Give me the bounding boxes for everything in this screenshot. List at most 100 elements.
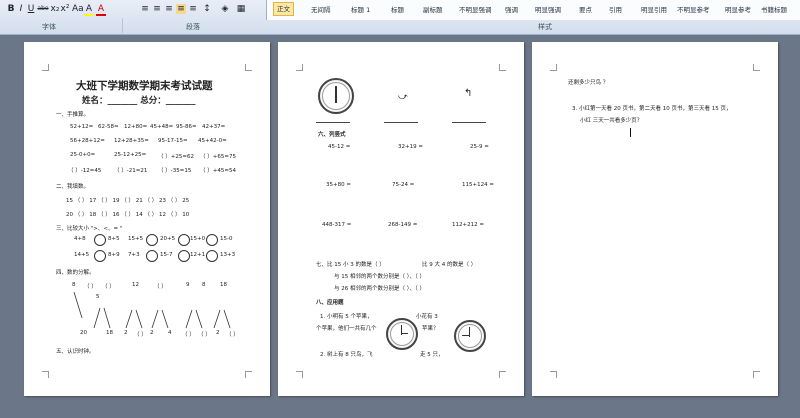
justify-icon[interactable]: ≡	[176, 4, 186, 14]
equation: 32+19 =	[398, 144, 423, 150]
change-case-button[interactable]: Aa	[72, 4, 84, 14]
compare-item: 20+5	[160, 236, 176, 242]
compare-item: 8+9	[108, 252, 120, 258]
decomp-number: 2	[216, 330, 220, 336]
section-heading: 一、手推算。	[56, 112, 90, 118]
ribbon: B I U abe x₂ x² Aa A A ≡ ≡ ≡ ≡ ≡ ↕ ◈ ▦ 字…	[0, 0, 800, 35]
compare-item: 8+5	[108, 236, 120, 242]
compare-item: 12+1	[190, 252, 206, 258]
clock-hands-icon: ⤻	[398, 92, 408, 102]
clock-icon	[454, 320, 486, 352]
borders-icon[interactable]: ▦	[236, 4, 246, 14]
decomp-number: （ ）	[198, 332, 211, 338]
equation: 52+12=	[70, 124, 94, 130]
decomp-number: （ ）	[134, 332, 147, 338]
decomp-number: 4	[168, 330, 172, 336]
equation: 62-58=	[98, 124, 119, 130]
font-group-label: 字体	[42, 23, 56, 31]
clock-icon	[386, 318, 418, 350]
align-center-icon[interactable]: ≡	[152, 4, 162, 14]
distributed-icon[interactable]: ≡	[188, 4, 198, 14]
compare-item: 14+5	[74, 252, 90, 258]
question-text: 走 5 只，	[420, 352, 444, 358]
compare-item: 15-0	[220, 236, 233, 242]
align-left-icon[interactable]: ≡	[140, 4, 150, 14]
compare-circle[interactable]	[178, 234, 190, 246]
question-text: 3. 小红第一天看 20 页书，第二天看 10 页书，第三天看 15 页，	[572, 106, 732, 112]
decomp-lines	[73, 291, 231, 328]
font-color-button[interactable]: A	[96, 4, 106, 16]
style-no-spacing[interactable]: 无间隔	[311, 4, 331, 16]
style-intense-emphasis[interactable]: 明显强调	[535, 4, 561, 16]
superscript-button[interactable]: x²	[60, 4, 70, 14]
strikethrough-button[interactable]: abe	[36, 4, 50, 14]
compare-circle[interactable]	[206, 234, 218, 246]
style-title[interactable]: 标题	[391, 4, 404, 16]
compare-circle[interactable]	[94, 234, 106, 246]
equation: 268-149 =	[388, 222, 418, 228]
page-title: 大班下学期数学期末考试试题	[76, 80, 213, 92]
equation: （ ）-35=15	[158, 168, 192, 174]
equation: 25-9 =	[470, 144, 489, 150]
equation: 45+48=	[150, 124, 174, 130]
equation: 75-24 =	[392, 182, 415, 188]
equation: 25-0+0=	[70, 152, 96, 158]
highlight-color-button[interactable]: A	[84, 4, 94, 16]
align-right-icon[interactable]: ≡	[164, 4, 174, 14]
bold-button[interactable]: B	[6, 4, 16, 14]
equation: 448-317 =	[322, 222, 352, 228]
paragraph-group-label: 段落	[186, 23, 200, 31]
compare-circle[interactable]	[146, 250, 158, 262]
equation: 12+28+35=	[114, 138, 149, 144]
equation: （ ）-21=21	[114, 168, 148, 174]
page-2[interactable]: ⤻ ↰ 六、列竖式 45-12 = 32+19 = 25-9 = 35+80 =…	[278, 42, 524, 396]
style-strong[interactable]: 要点	[579, 4, 592, 16]
compare-circle[interactable]	[94, 250, 106, 262]
compare-circle[interactable]	[206, 250, 218, 262]
style-intense-quote[interactable]: 明显引用	[641, 4, 667, 16]
decomp-number: 20	[80, 330, 87, 336]
style-emphasis[interactable]: 强调	[505, 4, 518, 16]
answer-line	[384, 122, 418, 123]
line-spacing-icon[interactable]: ↕	[202, 4, 212, 14]
decomp-number: （ ）	[182, 332, 195, 338]
question-text: 与 26 相邻的两个数分别是（ ）、（ ）	[334, 286, 425, 292]
question-text: 小红 三天一共看多少页？	[580, 118, 643, 124]
question-text: 七、比 15 小 3 的数是（ ）	[316, 262, 385, 268]
equation: 35+80 =	[326, 182, 351, 188]
section-heading: 八、应用题	[316, 300, 344, 306]
equation: 95-17-15=	[158, 138, 188, 144]
equation: 112+212 =	[452, 222, 484, 228]
equation: 45-12 =	[328, 144, 351, 150]
number-sequence: 20 （ ） 18 （ ） 16 （ ） 14 （ ） 12 （ ） 10	[66, 212, 190, 218]
divider	[122, 18, 123, 33]
compare-circle[interactable]	[146, 234, 158, 246]
subscript-button[interactable]: x₂	[50, 4, 60, 14]
compare-item: 4+8	[74, 236, 86, 242]
shading-icon[interactable]: ◈	[220, 4, 230, 14]
style-intense-reference[interactable]: 明显参考	[725, 4, 751, 16]
section-heading: 二、我填数。	[56, 184, 90, 190]
question-text: 与 15 相邻的两个数分别是（ ）、（ ）	[334, 274, 425, 280]
style-quote[interactable]: 引用	[609, 4, 622, 16]
style-heading1[interactable]: 标题 1	[351, 4, 370, 16]
italic-button[interactable]: I	[16, 4, 26, 14]
question-text: 2. 树上有 8 只鸟，飞	[320, 352, 373, 358]
style-book-title[interactable]: 书籍标题	[761, 4, 787, 16]
compare-item: 7+3	[128, 252, 140, 258]
compare-item: 13+3	[220, 252, 236, 258]
underline-button[interactable]: U	[26, 4, 36, 14]
question-text: 1. 小明有 5 个苹果，	[320, 314, 373, 320]
equation: 115+124 =	[462, 182, 494, 188]
style-subtle-emphasis[interactable]: 不明显强调	[459, 4, 492, 16]
page-3[interactable]: 还剩多少只鸟 ？ 3. 小红第一天看 20 页书，第二天看 10 页书，第三天看…	[532, 42, 778, 396]
style-normal[interactable]: 正文	[273, 2, 294, 16]
decomp-number: 18	[106, 330, 113, 336]
style-subtitle[interactable]: 副标题	[423, 4, 443, 16]
compare-circle[interactable]	[178, 250, 190, 262]
question-text: 小花有 3	[416, 314, 438, 320]
style-subtle-reference[interactable]: 不明显参考	[677, 4, 710, 16]
clock-icon	[318, 78, 354, 114]
page-1[interactable]: 大班下学期数学期末考试试题 姓名：_______ 总分：_______ 一、手推…	[24, 42, 270, 396]
question-text: 比 9 大 4 的数是（ ）	[422, 262, 477, 268]
